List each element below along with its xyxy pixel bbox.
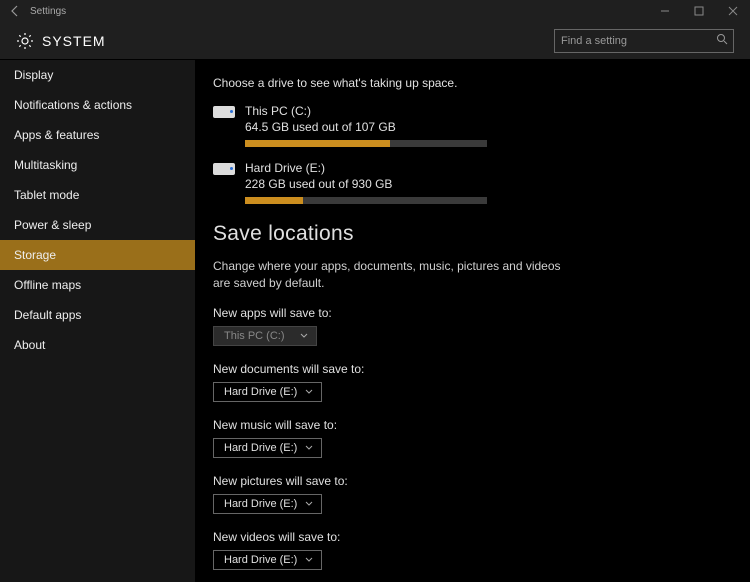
choose-drive-description: Choose a drive to see what's taking up s…	[213, 76, 732, 90]
sidebar-item-apps-features[interactable]: Apps & features	[0, 120, 195, 150]
dropdown-value: Hard Drive (E:)	[224, 386, 297, 398]
drive-icon	[213, 106, 235, 122]
minimize-button[interactable]	[648, 0, 682, 22]
sidebar-item-notifications-actions[interactable]: Notifications & actions	[0, 90, 195, 120]
maximize-button[interactable]	[682, 0, 716, 22]
save-group: New videos will save to: Hard Drive (E:)	[213, 530, 732, 570]
sidebar-item-display[interactable]: Display	[0, 60, 195, 90]
save-label: New music will save to:	[213, 418, 732, 432]
dropdown-value: This PC (C:)	[224, 330, 292, 342]
drive-bar	[245, 197, 487, 204]
window-title: Settings	[30, 6, 66, 17]
chevron-down-icon	[305, 501, 313, 507]
chevron-down-icon	[300, 333, 308, 339]
content-panel: Choose a drive to see what's taking up s…	[195, 60, 750, 582]
drive-usage: 228 GB used out of 930 GB	[245, 177, 732, 191]
save-group: New pictures will save to: Hard Drive (E:…	[213, 474, 732, 514]
dropdown-value: Hard Drive (E:)	[224, 442, 297, 454]
sidebar-item-offline-maps[interactable]: Offline maps	[0, 270, 195, 300]
drive-row[interactable]: Hard Drive (E:) 228 GB used out of 930 GB	[213, 161, 732, 204]
drive-name: Hard Drive (E:)	[245, 161, 732, 175]
sidebar-item-default-apps[interactable]: Default apps	[0, 300, 195, 330]
save-dropdown[interactable]: Hard Drive (E:)	[213, 382, 322, 402]
save-group: New documents will save to: Hard Drive (E…	[213, 362, 732, 402]
drive-name: This PC (C:)	[245, 104, 732, 118]
back-button[interactable]	[6, 5, 26, 17]
save-dropdown: This PC (C:)	[213, 326, 317, 346]
chevron-down-icon	[305, 389, 313, 395]
save-group: New apps will save to: This PC (C:)	[213, 306, 732, 346]
drive-row[interactable]: This PC (C:) 64.5 GB used out of 107 GB	[213, 104, 732, 147]
drive-icon	[213, 163, 235, 179]
save-dropdown[interactable]: Hard Drive (E:)	[213, 550, 322, 570]
titlebar: Settings	[0, 0, 750, 22]
dropdown-value: Hard Drive (E:)	[224, 554, 297, 566]
header: SYSTEM	[0, 22, 750, 60]
sidebar-item-storage[interactable]: Storage	[0, 240, 195, 270]
drive-usage: 64.5 GB used out of 107 GB	[245, 120, 732, 134]
search-input[interactable]	[554, 29, 734, 53]
close-button[interactable]	[716, 0, 750, 22]
dropdown-value: Hard Drive (E:)	[224, 498, 297, 510]
save-dropdown[interactable]: Hard Drive (E:)	[213, 438, 322, 458]
sidebar-item-power-sleep[interactable]: Power & sleep	[0, 210, 195, 240]
save-locations-title: Save locations	[213, 222, 732, 246]
drive-bar	[245, 140, 487, 147]
sidebar-item-about[interactable]: About	[0, 330, 195, 360]
save-label: New documents will save to:	[213, 362, 732, 376]
chevron-down-icon	[305, 445, 313, 451]
save-group: New music will save to: Hard Drive (E:)	[213, 418, 732, 458]
save-label: New pictures will save to:	[213, 474, 732, 488]
save-dropdown[interactable]: Hard Drive (E:)	[213, 494, 322, 514]
save-label: New videos will save to:	[213, 530, 732, 544]
search-icon	[716, 33, 728, 45]
gear-icon	[16, 32, 34, 50]
sidebar-item-multitasking[interactable]: Multitasking	[0, 150, 195, 180]
section-title: SYSTEM	[42, 33, 106, 49]
save-label: New apps will save to:	[213, 306, 732, 320]
sidebar: DisplayNotifications & actionsApps & fea…	[0, 60, 195, 582]
save-locations-description: Change where your apps, documents, music…	[213, 258, 573, 292]
sidebar-item-tablet-mode[interactable]: Tablet mode	[0, 180, 195, 210]
chevron-down-icon	[305, 557, 313, 563]
